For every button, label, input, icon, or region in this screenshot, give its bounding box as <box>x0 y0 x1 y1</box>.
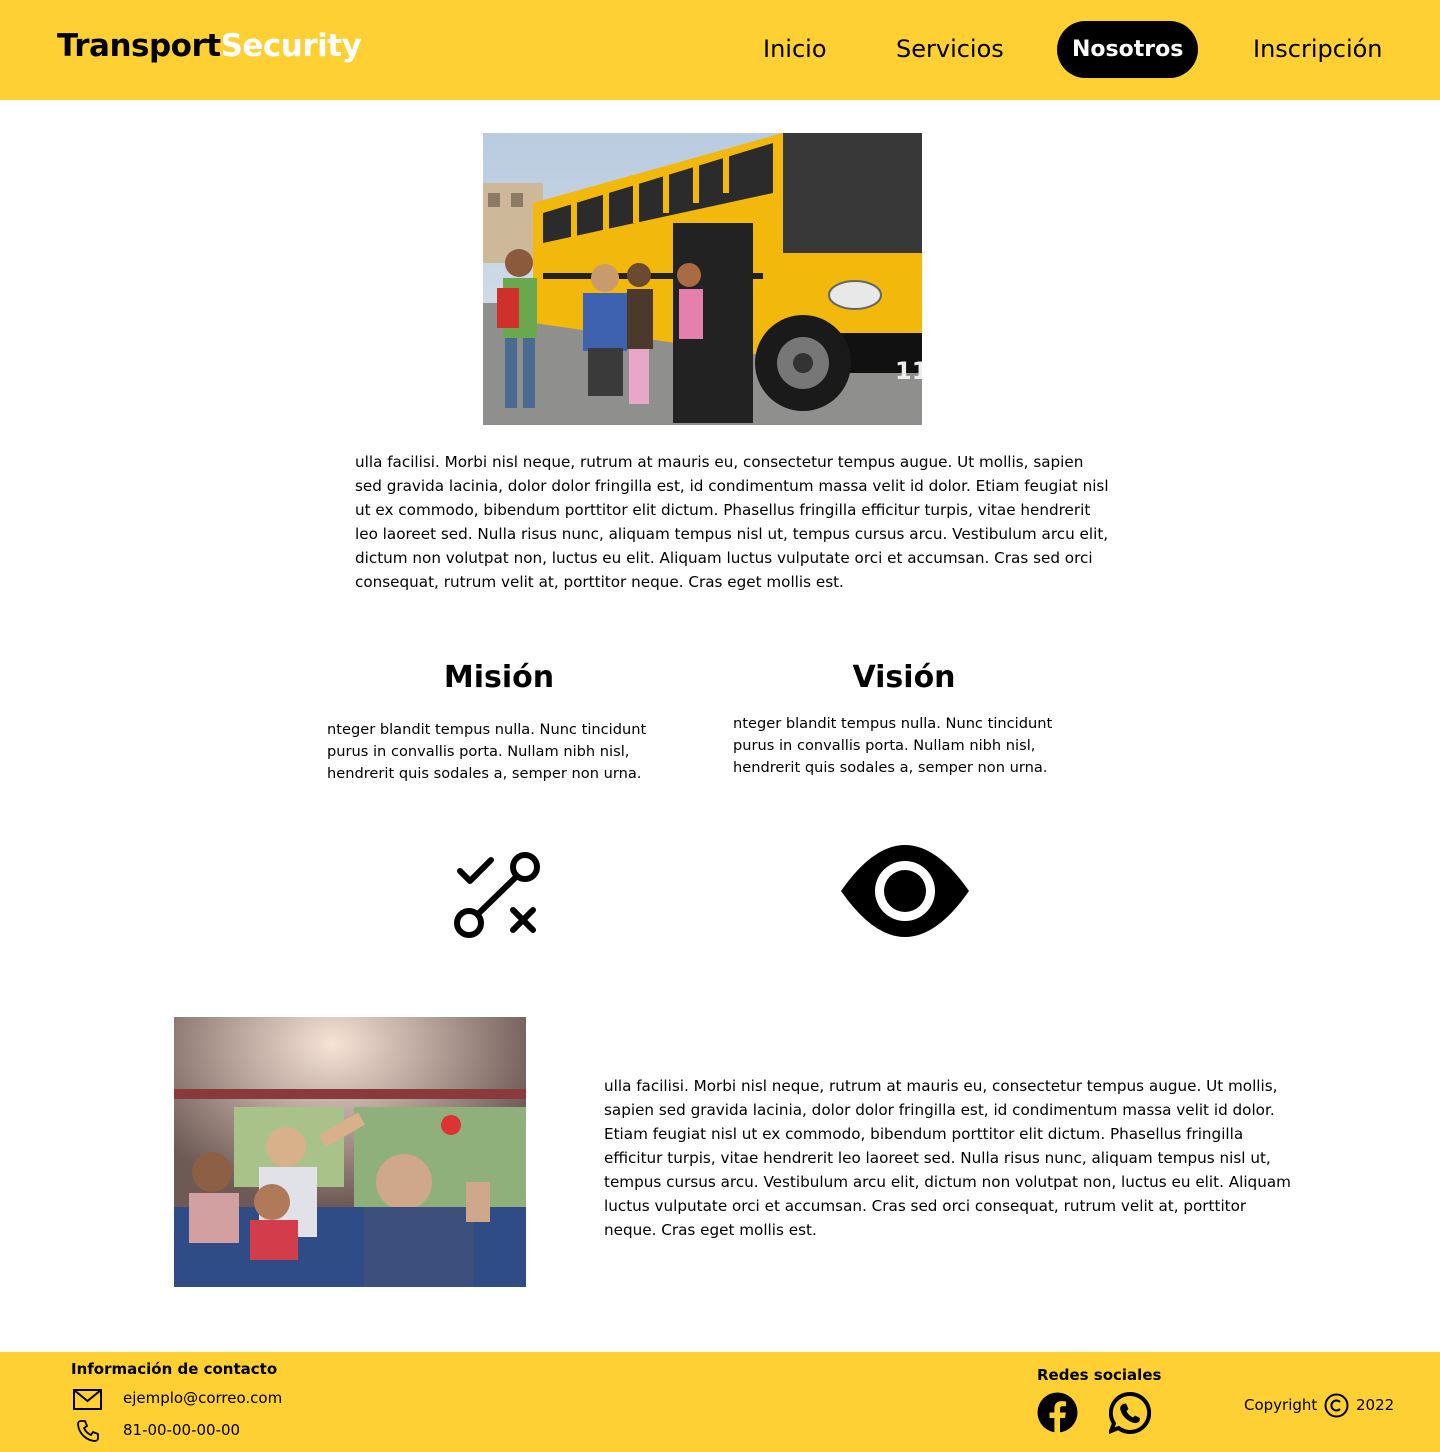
vision-title: Visión <box>852 660 956 695</box>
contact-info-title: Información de contacto <box>71 1360 278 1378</box>
contact-email[interactable]: ejemplo@correo.com <box>123 1389 282 1407</box>
phone-icon <box>76 1419 100 1443</box>
site-header: TransportSecurity Inicio Servicios Nosot… <box>0 0 1440 100</box>
logo-text-security: Security <box>220 28 362 64</box>
svg-text:11: 11 <box>895 357 922 385</box>
facebook-icon[interactable] <box>1037 1392 1078 1433</box>
nav-link-nosotros[interactable]: Nosotros <box>1057 21 1199 78</box>
nav-link-inscripcion[interactable]: Inscripción <box>1253 21 1383 78</box>
route-check-x-icon <box>454 850 546 940</box>
kids-in-bus-photo <box>174 1017 526 1287</box>
logo-text-transport: Transport <box>57 28 221 64</box>
whatsapp-icon[interactable] <box>1109 1392 1151 1434</box>
copyright-icon <box>1324 1393 1349 1418</box>
school-bus-photo: 11 <box>483 133 922 425</box>
vision-text: nteger blandit tempus nulla. Nunc tincid… <box>733 715 1053 776</box>
copyright-label: Copyright <box>1244 1396 1318 1414</box>
bottom-paragraph: ulla facilisi. Morbi nisl neque, rutrum … <box>604 1077 1291 1239</box>
social-title: Redes sociales <box>1037 1366 1162 1384</box>
site-footer: Información de contacto ejemplo@correo.c… <box>0 1352 1440 1452</box>
envelope-icon <box>73 1389 102 1410</box>
mission-text: nteger blandit tempus nulla. Nunc tincid… <box>327 721 647 782</box>
nav-link-inicio[interactable]: Inicio <box>763 21 827 78</box>
eye-icon <box>840 845 970 937</box>
site-logo[interactable]: TransportSecurity <box>57 28 362 64</box>
copyright-year: 2022 <box>1356 1396 1395 1414</box>
contact-phone[interactable]: 81-00-00-00-00 <box>123 1421 240 1439</box>
mission-title: Misión <box>443 660 555 695</box>
intro-paragraph: ulla facilisi. Morbi nisl neque, rutrum … <box>355 453 1109 591</box>
nav-link-servicios[interactable]: Servicios <box>896 21 1004 78</box>
